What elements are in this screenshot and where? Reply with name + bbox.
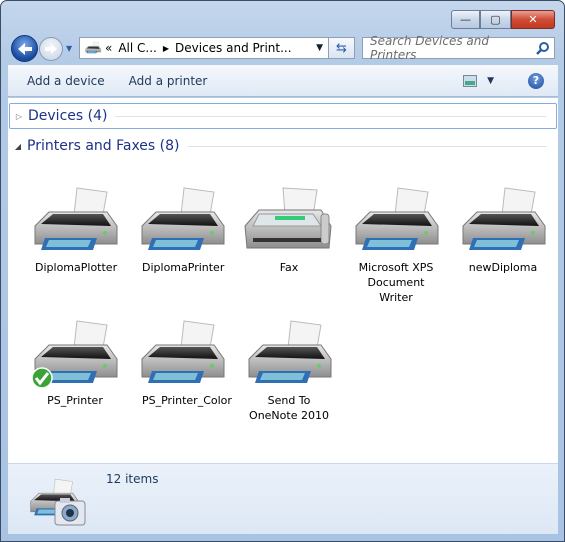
change-view-button[interactable]: ▼	[463, 74, 494, 87]
group-printers-label: Printers and Faxes (8)	[27, 138, 180, 154]
device-label: Fax	[279, 261, 299, 274]
printer-icon	[27, 186, 123, 258]
maximize-button[interactable]: ▢	[480, 10, 511, 29]
close-button[interactable]: ✕	[511, 10, 555, 29]
group-printers-and-faxes[interactable]: ◢ Printers and Faxes (8)	[9, 133, 557, 159]
device-label: newDiploma	[468, 261, 538, 274]
device-tile[interactable]: DiplomaPlotter	[23, 186, 127, 275]
refresh-button[interactable]: ⇆	[329, 37, 355, 59]
group-devices-label: Devices (4)	[28, 108, 108, 124]
printer-icon	[455, 186, 551, 258]
fax-icon	[241, 186, 337, 258]
device-tile[interactable]: Fax	[237, 186, 341, 275]
explorer-window: — ▢ ✕ ▼ « All C... ▶ Devices and Print..…	[0, 0, 565, 542]
printer-icon	[241, 319, 337, 391]
details-pane: 12 items	[8, 463, 558, 534]
printer-icon	[134, 319, 230, 391]
device-tile[interactable]: Send To OneNote 2010	[237, 319, 341, 423]
add-device-button[interactable]: Add a device	[15, 74, 117, 88]
caption-buttons: — ▢ ✕	[451, 10, 555, 29]
help-icon: ?	[532, 74, 540, 87]
breadcrumb-separator-icon[interactable]: ▶	[163, 44, 169, 53]
forward-button[interactable]	[39, 36, 63, 61]
view-icon	[463, 74, 478, 87]
default-printer-check-icon	[31, 367, 53, 389]
navigation-buttons: ▼	[11, 35, 72, 62]
group-divider	[115, 115, 546, 117]
printer-icon	[348, 186, 444, 258]
group-devices[interactable]: ▷ Devices (4)	[9, 103, 557, 129]
device-label: DiplomaPrinter	[142, 261, 225, 274]
back-arrow-icon	[17, 42, 32, 55]
back-button[interactable]	[11, 35, 38, 62]
devices-printers-icon	[84, 40, 102, 56]
search-input[interactable]: Search Devices and Printers	[362, 34, 555, 62]
refresh-icon: ⇆	[336, 40, 347, 56]
device-label: PS_Printer	[47, 394, 103, 407]
collapse-icon[interactable]: ◢	[9, 142, 27, 151]
view-dropdown-icon[interactable]: ▼	[487, 76, 494, 86]
items-view: ▷ Devices (4) ◢ Printers and Faxes (8) D…	[8, 98, 558, 463]
add-printer-button[interactable]: Add a printer	[117, 74, 220, 88]
group-divider	[187, 145, 547, 147]
recent-pages-dropdown[interactable]: ▼	[66, 44, 72, 53]
device-label: DiplomaPlotter	[35, 261, 118, 274]
forward-arrow-icon	[45, 43, 57, 54]
device-tile[interactable]: PS_Printer_Color	[130, 319, 234, 408]
devices-printers-large-icon	[26, 470, 90, 530]
device-tile[interactable]: Microsoft XPS Document Writer	[344, 186, 448, 305]
breadcrumb-overflow[interactable]: «	[105, 41, 112, 55]
command-bar: Add a device Add a printer ▼ ?	[8, 65, 558, 97]
expand-icon[interactable]: ▷	[10, 112, 28, 121]
help-button[interactable]: ?	[528, 72, 544, 89]
device-label: PS_Printer_Color	[142, 394, 232, 407]
search-placeholder: Search Devices and Printers	[370, 34, 489, 62]
device-tile[interactable]: newDiploma	[451, 186, 555, 275]
device-label: Microsoft XPS Document Writer	[358, 261, 434, 304]
address-dropdown-icon[interactable]: ▼	[316, 43, 323, 53]
breadcrumb-all-control-panel[interactable]: All C...	[118, 41, 157, 55]
search-icon[interactable]	[536, 41, 549, 55]
device-tile[interactable]: DiplomaPrinter	[130, 186, 234, 275]
minimize-button[interactable]: —	[451, 10, 480, 29]
item-count: 12 items	[106, 472, 159, 486]
printer-icon	[134, 186, 230, 258]
device-tile[interactable]: PS_Printer	[23, 319, 127, 408]
device-label: Send To OneNote 2010	[249, 394, 329, 422]
breadcrumb-devices-and-printers[interactable]: Devices and Print...	[175, 41, 292, 55]
address-bar[interactable]: « All C... ▶ Devices and Print... ▼	[79, 37, 329, 59]
